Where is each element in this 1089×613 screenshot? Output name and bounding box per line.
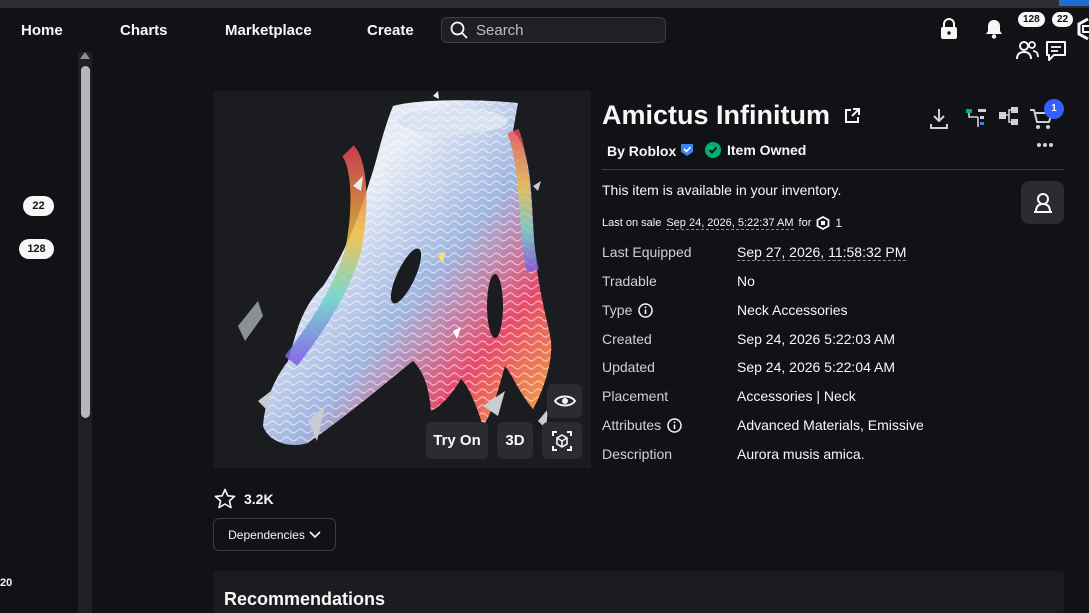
check-circle-icon bbox=[705, 142, 721, 158]
top-navigation-bar: Home Charts Marketplace Create 128 22 bbox=[0, 8, 1089, 61]
info-icon[interactable] bbox=[667, 417, 682, 433]
hierarchy-icon[interactable] bbox=[965, 107, 987, 131]
ar-view-button[interactable] bbox=[542, 422, 582, 459]
item-owned-status: Item Owned bbox=[705, 142, 806, 158]
detail-value-type: Neck Accessories bbox=[737, 302, 848, 318]
dependencies-dropdown[interactable]: Dependencies bbox=[213, 518, 336, 551]
recommendations-title: Recommendations bbox=[224, 589, 386, 609]
external-link-icon[interactable] bbox=[844, 108, 860, 124]
notification-bell-icon[interactable] bbox=[984, 18, 1004, 40]
search-box[interactable] bbox=[441, 17, 666, 43]
last-sale-for: for bbox=[798, 217, 812, 229]
scroll-up-arrow-icon[interactable] bbox=[80, 52, 90, 59]
lock-icon[interactable] bbox=[939, 18, 959, 40]
detail-label-placement: Placement bbox=[602, 388, 668, 404]
detail-label-text: Created bbox=[602, 331, 652, 347]
nav-marketplace[interactable]: Marketplace bbox=[225, 22, 312, 39]
last-sale-date: Sep 24, 2026, 5:22:37 AM bbox=[666, 216, 794, 230]
detail-label-text: Updated bbox=[602, 359, 655, 375]
nav-charts[interactable]: Charts bbox=[120, 22, 168, 39]
detail-label-text: Last Equipped bbox=[602, 244, 692, 260]
friends-icon[interactable] bbox=[1015, 39, 1039, 61]
detail-label-attributes: Attributes bbox=[602, 417, 682, 433]
detail-value-description: Aurora musis amica. bbox=[737, 446, 865, 462]
verified-badge-icon bbox=[681, 144, 694, 156]
detail-label-description: Description bbox=[602, 446, 672, 462]
detail-label-text: Type bbox=[602, 302, 633, 318]
last-sale-line: Last on sale Sep 24, 2026, 5:22:37 AM fo… bbox=[602, 216, 842, 230]
item-title-text: Amictus Infinitum bbox=[602, 100, 830, 130]
more-options-icon[interactable] bbox=[1036, 141, 1054, 149]
avatar-icon bbox=[1033, 192, 1052, 213]
eye-icon bbox=[553, 395, 576, 407]
browser-strip-accent bbox=[1059, 0, 1089, 6]
detail-label-text: Tradable bbox=[602, 273, 657, 289]
detail-value-updated: Sep 24, 2026 5:22:04 AM bbox=[737, 359, 896, 375]
detail-value-tradable: No bbox=[737, 273, 755, 289]
detail-label-tradable: Tradable bbox=[602, 273, 657, 289]
download-icon[interactable] bbox=[929, 107, 949, 131]
chevron-down-icon bbox=[309, 530, 321, 538]
item-thumbnail: Try On 3D bbox=[213, 91, 591, 468]
sidebar-robux-badge: 128 bbox=[19, 239, 54, 259]
header-divider bbox=[602, 169, 1064, 170]
detail-label-text: Description bbox=[602, 446, 673, 462]
robux-count-badge: 128 bbox=[1018, 12, 1045, 27]
sidebar-bottom-text: 20 bbox=[0, 577, 13, 589]
detail-label-type: Type bbox=[602, 302, 654, 318]
detail-label-text: Attributes bbox=[602, 417, 662, 433]
avatar-preview-button[interactable] bbox=[1021, 181, 1064, 224]
last-sale-price: 1 bbox=[835, 216, 843, 230]
notifications-count-badge: 22 bbox=[1052, 12, 1074, 27]
search-input[interactable] bbox=[476, 21, 656, 39]
nav-create[interactable]: Create bbox=[367, 22, 414, 39]
favorite-count: 3.2K bbox=[244, 491, 274, 507]
scrollbar-thumb[interactable] bbox=[81, 66, 90, 418]
owned-label: Item Owned bbox=[727, 142, 807, 158]
creator-line[interactable]: By Roblox bbox=[607, 143, 694, 159]
star-icon[interactable] bbox=[214, 488, 236, 510]
detail-label-text: Placement bbox=[602, 388, 669, 404]
chat-icon[interactable] bbox=[1045, 40, 1067, 62]
creator-name[interactable]: By Roblox bbox=[607, 143, 676, 159]
sidebar-friends-badge: 22 bbox=[23, 196, 54, 216]
3d-view-button[interactable]: 3D bbox=[497, 422, 533, 459]
detail-value-attributes: Advanced Materials, Emissive bbox=[737, 417, 924, 433]
robux-icon[interactable] bbox=[1076, 18, 1089, 42]
robux-price-icon bbox=[816, 216, 830, 230]
detail-label-updated: Updated bbox=[602, 359, 655, 375]
nav-home[interactable]: Home bbox=[21, 22, 63, 39]
detail-label-last-equipped: Last Equipped bbox=[602, 244, 692, 260]
browser-top-strip bbox=[0, 0, 1089, 8]
detail-value-last-equipped: Sep 27, 2026, 11:58:32 PM bbox=[737, 244, 907, 261]
item-title: Amictus Infinitum bbox=[602, 100, 860, 131]
favorite-control[interactable]: 3.2K bbox=[214, 488, 274, 510]
ar-cube-icon bbox=[552, 430, 572, 451]
detail-value-placement: Accessories | Neck bbox=[737, 388, 856, 404]
cart-count-badge: 1 bbox=[1044, 99, 1064, 119]
info-icon[interactable] bbox=[638, 302, 654, 318]
try-on-button[interactable]: Try On bbox=[426, 422, 488, 459]
item-image bbox=[238, 91, 552, 446]
availability-text: This item is available in your inventory… bbox=[602, 182, 842, 198]
detail-label-created: Created bbox=[602, 331, 652, 347]
tree-structure-icon[interactable] bbox=[998, 106, 1020, 128]
detail-value-created: Sep 24, 2026 5:22:03 AM bbox=[737, 331, 896, 347]
recommendations-section: Recommendations bbox=[213, 571, 1064, 613]
preview-eye-button[interactable] bbox=[547, 384, 582, 418]
last-sale-prefix: Last on sale bbox=[602, 217, 662, 229]
search-icon bbox=[450, 21, 468, 39]
dependencies-label: Dependencies bbox=[228, 527, 305, 542]
